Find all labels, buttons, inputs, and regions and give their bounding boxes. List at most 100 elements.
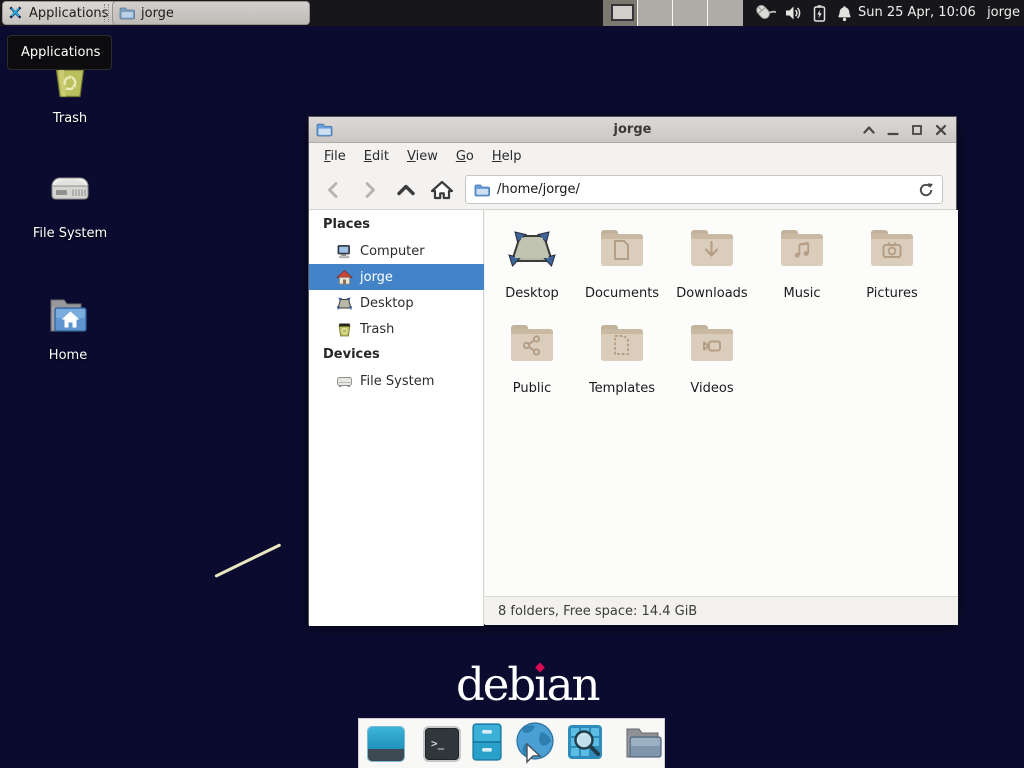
folder-item-music[interactable]: Music xyxy=(757,225,847,301)
panel-user-actions[interactable]: jorge xyxy=(987,0,1020,26)
folder-item-label: Desktop xyxy=(487,286,577,301)
path-folder-icon xyxy=(474,183,490,197)
back-icon[interactable] xyxy=(319,178,345,202)
sidebar-item-desktop[interactable]: Desktop xyxy=(309,290,484,316)
tooltip-text: Applications xyxy=(21,45,100,60)
applications-menu-label: Applications xyxy=(29,6,108,21)
folder-item-videos[interactable]: Videos xyxy=(667,320,757,396)
desktop-icon-file-system[interactable]: File System xyxy=(22,169,118,241)
folder-item-downloads[interactable]: Downloads xyxy=(667,225,757,301)
menu-go[interactable]: Go xyxy=(447,146,483,167)
xfce-logo-icon: ×× xyxy=(7,4,25,22)
menu-help[interactable]: Help xyxy=(483,146,531,167)
sidebar-places-header: Places xyxy=(323,217,370,232)
stray-line-artifact xyxy=(214,543,281,578)
shade-icon[interactable] xyxy=(862,123,876,137)
sidebar-item-trash[interactable]: Trash xyxy=(309,316,484,342)
close-icon[interactable] xyxy=(934,123,948,137)
computer-icon xyxy=(336,243,353,260)
battery-icon[interactable] xyxy=(812,5,827,22)
logo-i: ı xyxy=(534,660,546,710)
logo-text: an xyxy=(547,658,599,711)
workspace-3[interactable] xyxy=(673,0,708,26)
folder-item-label: Public xyxy=(487,381,577,396)
applications-tooltip: Applications xyxy=(7,35,112,70)
file-manager-launcher[interactable] xyxy=(470,722,504,766)
sidebar-item-label: File System xyxy=(360,374,434,389)
minimize-icon[interactable] xyxy=(886,123,900,137)
toolbar: /home/jorge/ xyxy=(309,169,956,210)
folder-view[interactable]: Desktop Documents xyxy=(485,210,958,596)
show-desktop-icon xyxy=(368,727,404,749)
reload-icon[interactable] xyxy=(918,182,934,198)
sidebar-item-computer[interactable]: Computer xyxy=(309,238,484,264)
taskbar-window-button[interactable]: jorge xyxy=(112,1,310,25)
menubar: File Edit View Go Help xyxy=(309,144,956,169)
system-tray xyxy=(750,2,853,24)
folder-item-templates[interactable]: Templates xyxy=(577,320,667,396)
music-glyph-icon xyxy=(778,225,826,271)
show-desktop-button[interactable] xyxy=(367,726,405,762)
notifications-icon[interactable] xyxy=(836,5,853,22)
volume-icon[interactable] xyxy=(785,5,803,21)
sidebar-item-file-system[interactable]: File System xyxy=(309,368,484,394)
sidebar-item-label: Trash xyxy=(360,322,394,337)
globe-icon xyxy=(513,720,557,764)
window-title: jorge xyxy=(309,122,956,137)
folder-item-pictures[interactable]: Pictures xyxy=(847,225,937,301)
workspace-4[interactable] xyxy=(708,0,743,26)
document-glyph-icon xyxy=(598,225,646,271)
web-browser-launcher[interactable] xyxy=(513,720,557,768)
menu-file[interactable]: File xyxy=(315,146,355,167)
folder-item-label: Videos xyxy=(667,381,757,396)
top-panel: ×× Applications jorge xyxy=(0,0,1024,26)
home-icon xyxy=(336,269,353,286)
sidebar-item-label: Computer xyxy=(360,244,425,259)
panel-handle[interactable] xyxy=(104,4,109,22)
workspace-1[interactable] xyxy=(603,0,638,26)
folder-item-desktop[interactable]: Desktop xyxy=(487,225,577,301)
app-finder-launcher[interactable] xyxy=(566,723,604,765)
folder-item-label: Music xyxy=(757,286,847,301)
up-icon[interactable] xyxy=(393,178,419,202)
folder-item-public[interactable]: Public xyxy=(487,320,577,396)
desktop-icon xyxy=(336,295,353,312)
desktop-icon-label: Trash xyxy=(22,111,118,126)
menu-view[interactable]: View xyxy=(398,146,447,167)
terminal-launcher[interactable]: >_ xyxy=(423,726,461,762)
file-manager-window: jorge File Edit View Go Help xyxy=(308,116,957,625)
desktop-icon-label: Home xyxy=(20,348,116,363)
folder-item-label: Downloads xyxy=(667,286,757,301)
desktop-icon-home[interactable]: Home xyxy=(20,291,116,363)
debian-wallpaper-logo: debıan xyxy=(456,660,598,710)
drive-icon xyxy=(46,169,94,217)
forward-icon[interactable] xyxy=(357,178,383,202)
folder-item-label: Templates xyxy=(577,381,667,396)
workspace-switcher[interactable] xyxy=(603,0,743,26)
sidebar-devices-header: Devices xyxy=(323,347,380,362)
workspace-2[interactable] xyxy=(638,0,673,26)
path-input[interactable]: /home/jorge/ xyxy=(497,182,918,197)
mouse-icon[interactable] xyxy=(750,2,776,24)
menu-edit[interactable]: Edit xyxy=(355,146,398,167)
workspace-window-thumb xyxy=(611,4,634,21)
directory-menu-launcher[interactable] xyxy=(622,723,664,765)
folder-stack-icon xyxy=(622,723,664,761)
sidebar-item-label: Desktop xyxy=(360,296,414,311)
logo-text: deb xyxy=(456,658,534,711)
panel-clock[interactable]: Sun 25 Apr, 10:06 xyxy=(858,0,976,26)
desktop-special-icon xyxy=(508,225,556,271)
maximize-icon[interactable] xyxy=(910,123,924,137)
home-icon[interactable] xyxy=(429,178,455,202)
folder-icon xyxy=(119,6,135,20)
home-folder-icon xyxy=(44,291,92,339)
titlebar[interactable]: jorge xyxy=(309,117,956,143)
trash-icon xyxy=(336,321,353,338)
sidebar-item-jorge[interactable]: jorge xyxy=(309,264,484,290)
path-bar[interactable]: /home/jorge/ xyxy=(465,175,943,204)
applications-menu-button[interactable]: ×× Applications xyxy=(2,1,117,25)
folder-item-documents[interactable]: Documents xyxy=(577,225,667,301)
template-glyph-icon xyxy=(598,320,646,366)
taskbar-window-label: jorge xyxy=(141,6,174,21)
app-finder-icon xyxy=(566,723,604,761)
